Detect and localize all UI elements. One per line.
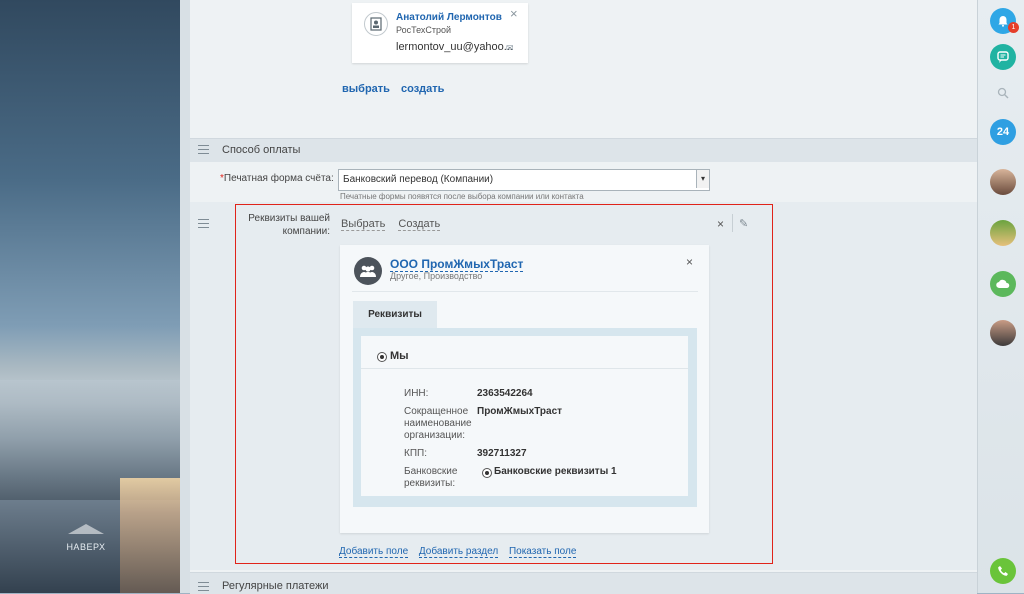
contact-avatar-icon — [364, 12, 388, 36]
avatar[interactable] — [990, 169, 1016, 195]
print-form-value: Банковский перевод (Компании) — [343, 174, 494, 185]
arrow-up-icon — [68, 524, 104, 534]
scroll-top-label: НАВЕРХ — [66, 542, 106, 552]
contact-name[interactable]: Анатолий Лермонтов — [396, 12, 502, 23]
print-form-hint: Печатные формы появятся после выбора ком… — [340, 192, 584, 201]
section-regular-header: Регулярные платежи — [190, 572, 977, 594]
print-form-label: *Печатная форма счёта: — [220, 173, 334, 184]
scroll-top-button[interactable]: НАВЕРХ — [56, 524, 116, 552]
cloud-icon[interactable] — [990, 271, 1016, 297]
print-form-select[interactable]: Банковский перевод (Компании) ▾ — [338, 169, 710, 191]
chat-icon[interactable] — [990, 44, 1016, 70]
print-form-label-text: Печатная форма счёта: — [223, 173, 334, 184]
section-regular-title: Регулярные платежи — [222, 580, 329, 592]
section-payment-header: Способ оплаты — [190, 138, 977, 162]
calendar-day: 24 — [996, 126, 1010, 138]
avatar[interactable] — [990, 320, 1016, 346]
wallpaper — [0, 0, 180, 593]
contact-panel: Анатолий Лермонтов РосТехСтрой lermontov… — [190, 0, 977, 136]
contact-actions: выбрать создать — [342, 83, 452, 95]
bell-icon[interactable]: 1 — [990, 8, 1019, 34]
contact-card[interactable]: Анатолий Лермонтов РосТехСтрой lermontov… — [352, 3, 528, 63]
choose-contact-link[interactable]: выбрать — [342, 83, 390, 95]
right-sidebar: 1 24 — [977, 0, 1024, 593]
drag-handle-icon[interactable] — [198, 582, 209, 594]
main-content: Анатолий Лермонтов РосТехСтрой lermontov… — [180, 0, 977, 594]
wallpaper-cabin — [120, 478, 180, 593]
notification-badge: 1 — [1008, 22, 1019, 33]
section-payment-title: Способ оплаты — [222, 144, 301, 156]
main-strip — [180, 0, 190, 593]
drag-handle-icon[interactable] — [198, 219, 209, 231]
contact-email: lermontov_uu@yahoo... — [396, 41, 513, 53]
phone-icon[interactable] — [990, 558, 1016, 584]
avatar[interactable] — [990, 220, 1016, 246]
envelope-icon[interactable]: ✉ — [506, 43, 514, 54]
calendar-icon[interactable]: 24 — [990, 119, 1016, 145]
highlight-frame — [235, 204, 773, 564]
drag-handle-icon[interactable] — [198, 145, 209, 157]
create-contact-link[interactable]: создать — [401, 83, 444, 95]
close-icon[interactable]: × — [510, 6, 518, 21]
contact-company: РосТехСтрой — [396, 25, 452, 35]
search-icon[interactable] — [990, 80, 1016, 106]
chevron-down-icon[interactable]: ▾ — [696, 170, 709, 188]
